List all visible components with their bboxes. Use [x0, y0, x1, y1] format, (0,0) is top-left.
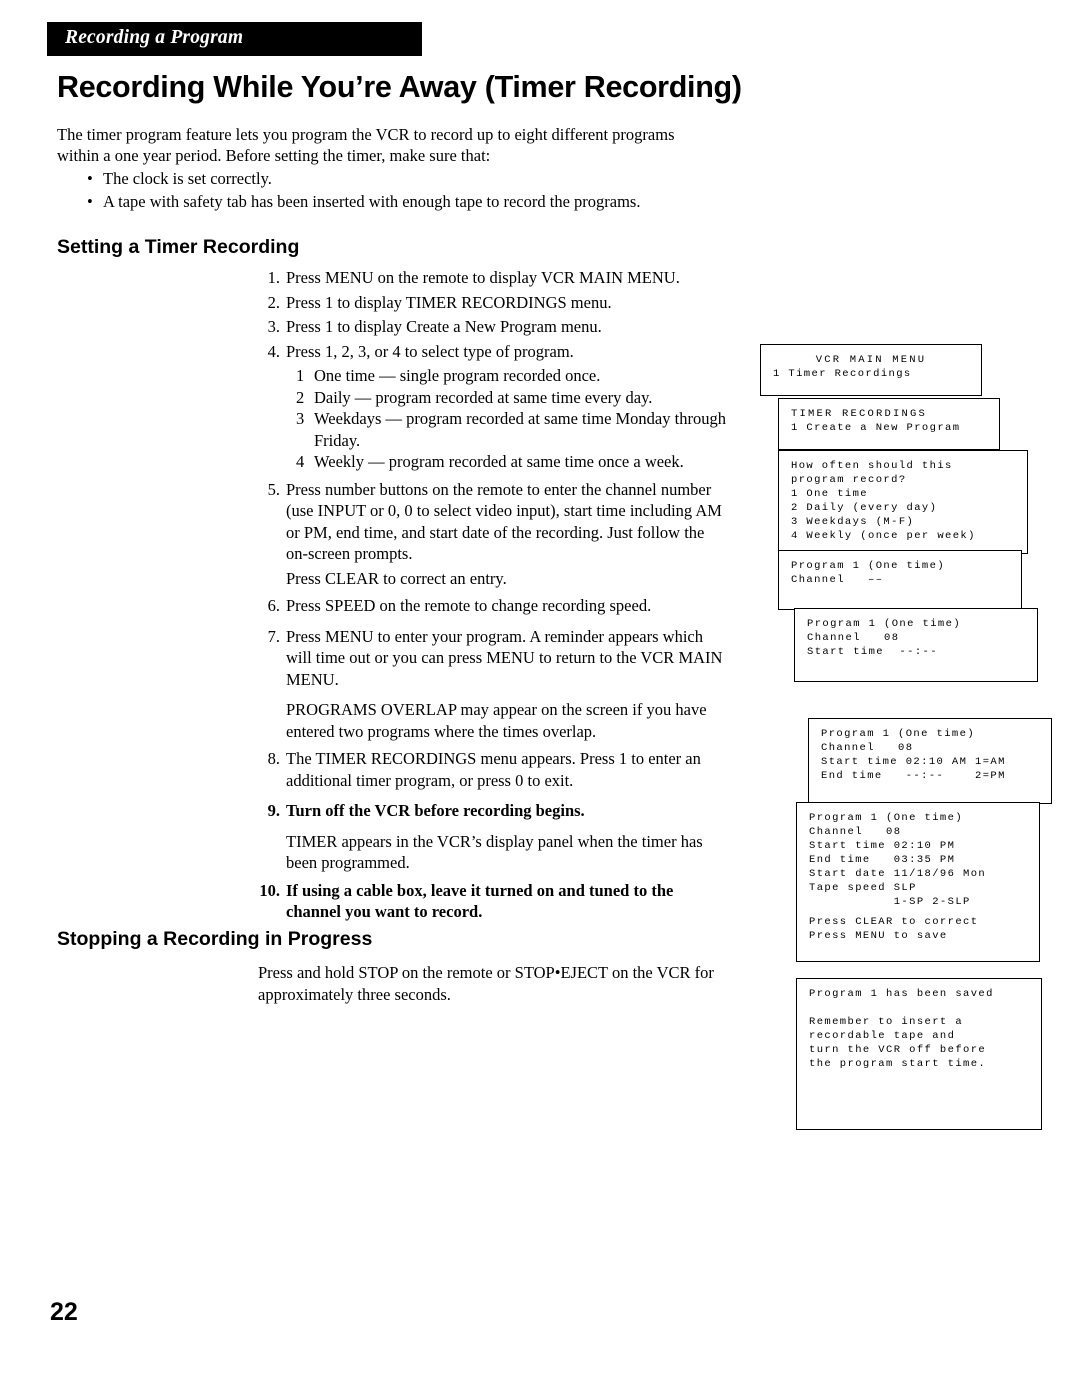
substep-2: 2 Daily — program recorded at same time …	[258, 387, 728, 409]
substep-number: 3	[296, 409, 305, 428]
step-number: 9.	[267, 801, 280, 820]
screen-line: Channel 08	[809, 826, 902, 838]
step-text: Press 1, 2, 3, or 4 to select type of pr…	[286, 341, 574, 361]
step-9: 9. Turn off the VCR before recording beg…	[258, 800, 728, 822]
running-head-bar: Recording a Program	[47, 22, 422, 56]
screen-line: Program 1 (One time)	[807, 618, 962, 630]
page-number: 22	[50, 1298, 78, 1326]
screen-line: 1 Create a New Program	[791, 422, 961, 434]
step-number: 2.	[267, 292, 280, 312]
screen-vcr-main-menu: VCR MAIN MENU 1 Timer Recordings	[760, 344, 982, 396]
step-number: 1.	[267, 268, 280, 287]
intro-paragraph: The timer program feature lets you progr…	[57, 125, 675, 165]
screen-line: Press MENU to save	[809, 930, 948, 942]
screen-line: recordable tape and	[809, 1030, 956, 1042]
substep-text: One time — single program recorded once.	[314, 366, 601, 385]
screen-line: 2 Daily (every day)	[791, 502, 938, 514]
step-number: 10.	[259, 880, 280, 900]
substep-number: 2	[296, 387, 305, 407]
screen-line: End time --:-- 2=PM	[821, 770, 1006, 782]
screen-line: Start time --:--	[807, 646, 938, 658]
screen-line: 1 One time	[791, 488, 869, 500]
step-8: 8. The TIMER RECORDINGS menu appears. Pr…	[258, 748, 728, 791]
running-head-text: Recording a Program	[65, 27, 244, 48]
step-7-note: PROGRAMS OVERLAP may appear on the scree…	[286, 700, 707, 741]
screen-line: Program 1 (One time)	[791, 560, 946, 572]
screen-line: Channel 08	[807, 632, 900, 644]
step-1: 1. Press MENU on the remote to display V…	[258, 267, 728, 289]
substep-1: 1 One time — single program recorded onc…	[258, 365, 728, 387]
screen-line: Program 1 has been saved	[809, 988, 994, 1000]
step-text: Press MENU to enter your program. A remi…	[286, 626, 723, 689]
step-number: 5.	[267, 479, 280, 499]
timer-steps-list: 1. Press MENU on the remote to display V…	[258, 267, 728, 926]
screen-program-saved: Program 1 has been saved Remember to ins…	[796, 978, 1042, 1130]
screen-program-complete: Program 1 (One time) Channel 08 Start ti…	[796, 802, 1040, 962]
screen-end-time-prompt: Program 1 (One time) Channel 08 Start ti…	[808, 718, 1052, 804]
section-heading-stopping: Stopping a Recording in Progress	[57, 928, 373, 950]
screen-line: program record?	[791, 474, 907, 486]
step-number: 8.	[267, 749, 280, 768]
screen-timer-recordings: TIMER RECORDINGS 1 Create a New Program	[778, 398, 1000, 450]
screen-line: VCR MAIN MENU	[815, 354, 927, 366]
intro-bullet-list: The clock is set correctly. A tape with …	[85, 167, 725, 213]
step-number: 4.	[267, 341, 280, 361]
step-number: 6.	[267, 596, 280, 615]
screen-line: Tape speed SLP	[809, 882, 917, 894]
step-5: 5. Press number buttons on the remote to…	[258, 479, 728, 565]
substep-number: 1	[296, 366, 305, 385]
step-10: 10. If using a cable box, leave it turne…	[258, 880, 728, 923]
section-heading-setting: Setting a Timer Recording	[57, 236, 300, 258]
substep-text: Weekdays — program recorded at same time…	[314, 409, 726, 450]
step-text: Press number buttons on the remote to en…	[286, 479, 722, 564]
step-number: 3.	[267, 317, 280, 336]
screen-line: End time 03:35 PM	[809, 854, 956, 866]
step-7: 7. Press MENU to enter your program. A r…	[258, 626, 728, 691]
step-4: 4. Press 1, 2, 3, or 4 to select type of…	[258, 341, 728, 363]
step-2: 2. Press 1 to display TIMER RECORDINGS m…	[258, 292, 728, 314]
screen-line: Remember to insert a	[809, 1016, 964, 1028]
stopping-body-text: Press and hold STOP on the remote or STO…	[258, 963, 714, 1004]
page-title: Recording While You’re Away (Timer Recor…	[57, 70, 742, 104]
screen-line: the program start time.	[809, 1058, 987, 1070]
list-item: A tape with safety tab has been inserted…	[85, 190, 725, 213]
screen-line: 4 Weekly (once per week)	[791, 530, 976, 542]
step-9-note: TIMER appears in the VCR’s display panel…	[286, 831, 703, 873]
substep-text: Daily — program recorded at same time ev…	[314, 387, 653, 407]
step-text: If using a cable box, leave it turned on…	[286, 880, 674, 922]
screen-channel-prompt: Program 1 (One time) Channel ––	[778, 550, 1022, 610]
screen-line: Start time 02:10 PM	[809, 840, 956, 852]
screen-line: Channel 08	[821, 742, 914, 754]
step-3: 3. Press 1 to display Create a New Progr…	[258, 316, 728, 338]
step-text: Press SPEED on the remote to change reco…	[286, 596, 652, 615]
substep-number: 4	[296, 452, 305, 471]
screen-line: Program 1 (One time)	[809, 812, 964, 824]
step-text: Press 1 to display TIMER RECORDINGS menu…	[286, 292, 612, 312]
screen-line: 3 Weekdays (M-F)	[791, 516, 915, 528]
screen-line: Start time 02:10 AM 1=AM	[821, 756, 1006, 768]
step-text: Press MENU on the remote to display VCR …	[286, 268, 680, 287]
screen-line: Press CLEAR to correct	[809, 916, 979, 928]
substep-4: 4 Weekly — program recorded at same time…	[258, 451, 728, 473]
step-5-note: Press CLEAR to correct an entry.	[286, 568, 507, 588]
screen-how-often: How often should this program record? 1 …	[778, 450, 1028, 554]
substep-3: 3 Weekdays — program recorded at same ti…	[258, 408, 728, 451]
screen-line: Program 1 (One time)	[821, 728, 976, 740]
substep-text: Weekly — program recorded at same time o…	[314, 452, 684, 471]
screen-line: How often should this	[791, 460, 953, 472]
step-text: The TIMER RECORDINGS menu appears. Press…	[286, 749, 701, 790]
onscreen-menu-illustrations: VCR MAIN MENU 1 Timer Recordings TIMER R…	[752, 340, 1052, 1130]
screen-line: 1 Timer Recordings	[773, 368, 912, 380]
screen-line: TIMER RECORDINGS	[791, 408, 928, 420]
list-item: The clock is set correctly.	[85, 167, 725, 190]
step-6: 6. Press SPEED on the remote to change r…	[258, 595, 728, 617]
step-text: Turn off the VCR before recording begins…	[286, 801, 585, 820]
screen-line: turn the VCR off before	[809, 1044, 987, 1056]
screen-line: Channel ––	[791, 574, 884, 586]
step-text: Press 1 to display Create a New Program …	[286, 317, 602, 336]
screen-start-time-prompt: Program 1 (One time) Channel 08 Start ti…	[794, 608, 1038, 682]
step-number: 7.	[267, 626, 280, 646]
screen-line: 1-SP 2-SLP	[809, 896, 971, 908]
screen-line: Start date 11/18/96 Mon	[809, 868, 987, 880]
